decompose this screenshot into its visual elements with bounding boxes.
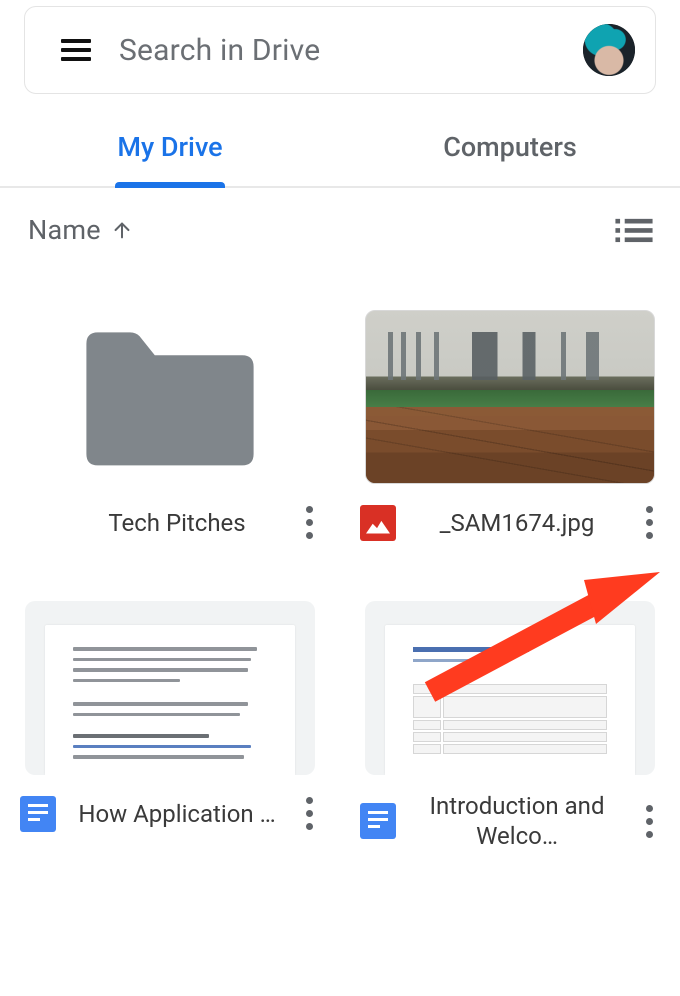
doc-item[interactable]: How Application … [20,601,320,851]
file-grid: Tech Pitches _SAM1674.jpg [0,246,680,851]
search-input[interactable]: Search in Drive [119,33,555,68]
image-item[interactable]: _SAM1674.jpg [360,310,660,545]
file-name: Tech Pitches [62,508,292,538]
file-name: Introduction and Welco… [402,791,632,851]
more-icon[interactable] [298,500,320,545]
folder-icon [25,310,315,484]
sort-asc-icon [111,219,133,241]
doc-item[interactable]: Introduction and Welco… [360,601,660,851]
more-icon[interactable] [638,500,660,545]
tabs: My Drive Computers [0,108,680,188]
doc-thumbnail [365,601,655,775]
search-bar: Search in Drive [24,6,656,94]
list-view-icon[interactable] [614,216,654,244]
image-icon [360,505,396,541]
sort-row: Name [0,188,680,246]
image-thumbnail [365,310,655,484]
tab-my-drive[interactable]: My Drive [0,108,340,186]
docs-icon [360,803,396,839]
sort-button[interactable]: Name [28,214,133,246]
avatar[interactable] [583,24,635,76]
spacer [20,505,56,541]
docs-icon [20,796,56,832]
sort-label: Name [28,214,101,246]
file-name: How Application … [62,799,292,829]
folder-item[interactable]: Tech Pitches [20,310,320,545]
more-icon[interactable] [638,799,660,844]
more-icon[interactable] [298,791,320,836]
doc-thumbnail [25,601,315,775]
tab-computers[interactable]: Computers [340,108,680,186]
file-name: _SAM1674.jpg [402,508,632,538]
menu-icon[interactable] [61,33,91,67]
